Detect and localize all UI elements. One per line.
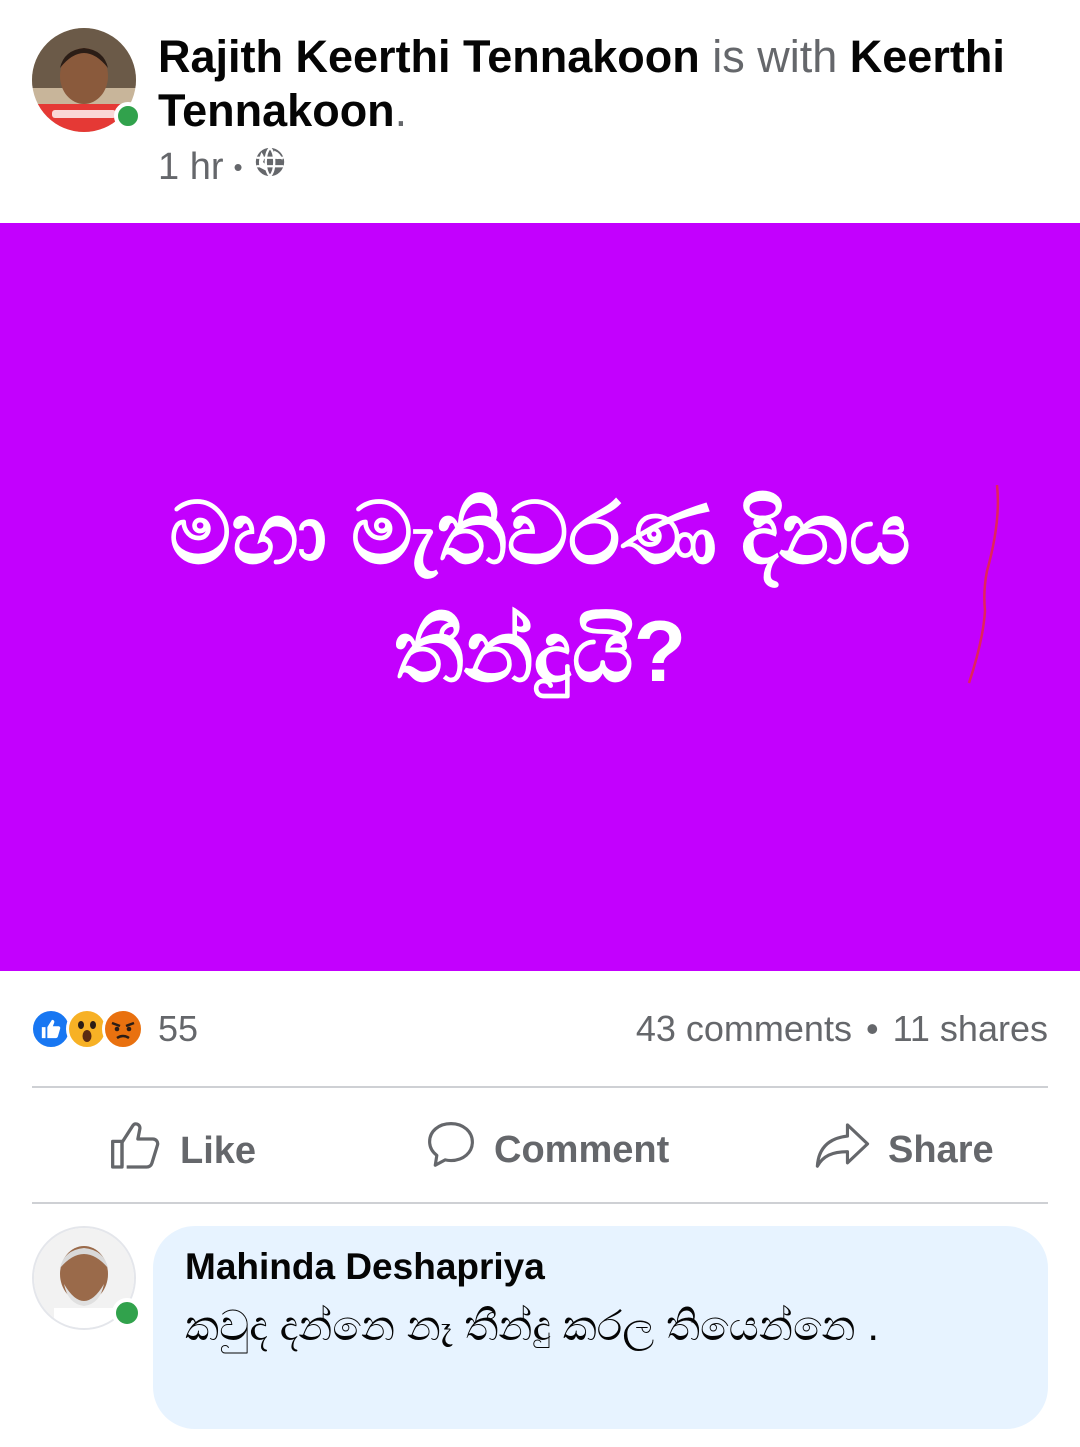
share-button[interactable]: Share [814,1118,994,1182]
comment-button[interactable]: Comment [424,1118,669,1182]
angry-icon [102,1008,144,1050]
image-text-line-2: තීන්දුයි? [393,604,687,700]
comment-icon [424,1118,478,1182]
online-status-dot [112,1298,142,1328]
commenter-avatar-container[interactable] [32,1226,142,1330]
meta-separator: • [233,151,243,182]
online-status-dot [114,102,142,130]
divider-bottom [32,1202,1048,1204]
reactions-summary[interactable]: 55 [30,1008,198,1050]
comment-author[interactable]: Mahinda Deshapriya [185,1246,545,1288]
like-button[interactable]: Like [108,1118,256,1184]
comment-text: කවුද දන්නෙ නෑ තීන්දු කරල තියෙන්නෙ . [185,1302,880,1349]
post-title: Rajith Keerthi Tennakoon is with Keerthi… [158,30,1038,138]
title-period: . [394,85,408,136]
globe-icon [253,145,287,189]
post-time[interactable]: 1 hr [158,146,223,189]
comments-count[interactable]: 43 comments [636,1008,852,1050]
shares-count[interactable]: 11 shares [893,1008,1048,1050]
reaction-count: 55 [158,1008,199,1049]
image-text-line-1: මහා මැතිවරණ දිනය [169,486,911,582]
counts-separator: • [865,1008,879,1049]
post-image[interactable]: මහා මැතිවරණ දිනය තීන්දුයි? [0,223,1080,971]
share-label: Share [888,1128,994,1171]
author-name[interactable]: Rajith Keerthi Tennakoon [158,31,700,82]
with-text: is with [712,31,838,82]
thumbs-up-icon [108,1118,164,1184]
divider-top [32,1086,1048,1088]
post-image-text: මහා මැතිවරණ දිනය තීන්දුයි? [0,475,1080,711]
share-arrow-icon [814,1118,872,1182]
like-label: Like [180,1129,257,1172]
post-meta: 1 hr • [158,145,287,189]
post-counts: 43 comments • 11 shares [636,1008,1048,1050]
comment-label: Comment [494,1128,670,1171]
author-avatar-container[interactable] [32,28,142,132]
comment-bubble[interactable]: Mahinda Deshapriya කවුද දන්නෙ නෑ තීන්දු … [153,1226,1048,1429]
